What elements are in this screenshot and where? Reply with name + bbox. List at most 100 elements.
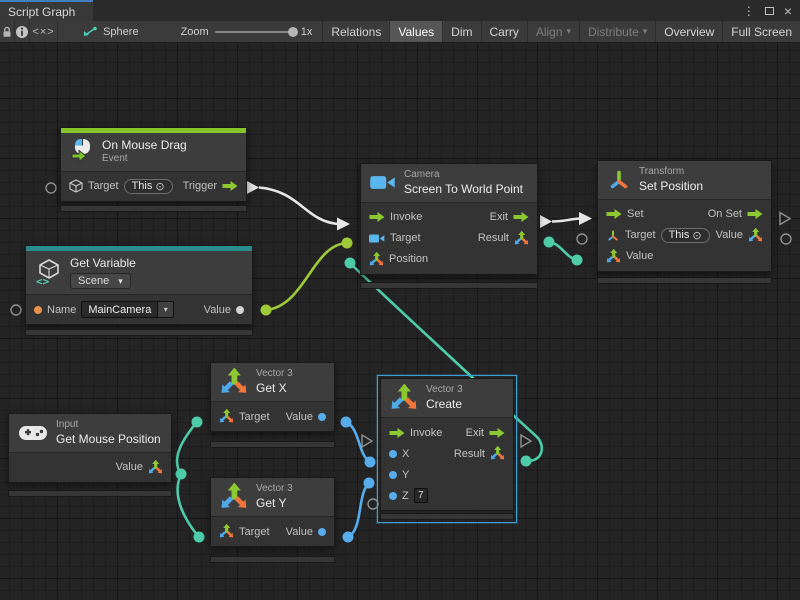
align-button[interactable]: Align▾ [527,21,579,42]
target-self-field[interactable]: This ⊙ [124,179,173,194]
edit-source-button[interactable]: <×> [30,21,58,42]
node-category: Transform [639,166,703,179]
zoom-value: 1x [301,26,313,38]
transform-port-icon[interactable] [606,229,620,242]
node-subtitle: Event [102,153,187,166]
variable-scope-dropdown[interactable]: Scene ▾ [70,273,131,289]
node-on-mouse-drag[interactable]: On Mouse Drag Event Target This ⊙ Trigge… [60,127,247,202]
on-set-flow-port[interactable] [747,208,763,220]
relations-button[interactable]: Relations [322,21,389,42]
vector3-icon [220,483,248,511]
target-self-value: This [669,229,690,241]
zoom-slider-handle[interactable] [288,27,298,37]
invoke-flow-port[interactable] [389,427,405,439]
node-footer [360,282,538,289]
selection-outline: Vector 3 Create Invoke Exit X [377,375,517,523]
value-vector3-port[interactable] [148,460,163,475]
lock-icon [0,25,14,39]
target-vector3-port[interactable] [219,524,234,539]
variable-name-value[interactable]: MainCamera [81,301,158,318]
z-port[interactable] [389,492,397,500]
vector3-icon [390,384,418,412]
value-port-label: Value [116,461,143,473]
gameobject-cube-icon[interactable] [69,179,83,193]
overview-button[interactable]: Overview [655,21,722,42]
scope-value: Scene [78,275,109,287]
z-value-field[interactable]: 7 [414,488,428,503]
info-icon [15,25,29,39]
name-port-label: Name [47,304,76,316]
camera-port-icon[interactable] [369,233,385,244]
full-screen-button[interactable]: Full Screen [722,21,800,42]
distribute-button[interactable]: Distribute▾ [579,21,655,42]
variable-name-field[interactable]: MainCamera ▾ [81,301,174,318]
result-vector3-port[interactable] [514,231,529,246]
node-title: Get Mouse Position [56,432,161,447]
window-menu-button[interactable]: ⋮ [743,5,755,17]
tab-script-graph[interactable]: Script Graph [0,0,93,21]
gamepad-icon [18,423,48,442]
value-port-label: Value [286,526,313,538]
value-port[interactable] [236,306,244,314]
node-get-x[interactable]: Vector 3 Get X Target Value [210,362,335,432]
exit-port-label: Exit [490,211,508,223]
node-get-y[interactable]: Vector 3 Get Y Target Value [210,477,335,547]
code-icon: <×> [32,26,54,38]
values-button[interactable]: Values [389,21,442,42]
name-port[interactable] [34,306,42,314]
value-port-label: Value [286,411,313,423]
node-title: Get Y [256,496,293,511]
node-get-variable[interactable]: <> Get Variable Scene ▾ Name MainCamera … [25,245,253,325]
node-title: On Mouse Drag [102,138,187,153]
variable-name-dropdown[interactable]: ▾ [158,301,174,318]
tab-bar: Script Graph ⋮ × [0,0,800,21]
node-title: Get Variable [70,256,136,271]
node-screen-to-world-point[interactable]: Camera Screen To World Point Invoke Exit… [360,163,538,275]
z-port-label: Z [402,490,409,502]
node-set-position[interactable]: Transform Set Position Set On Set Target… [597,160,772,272]
target-vector3-port[interactable] [219,409,234,424]
chevron-down-icon: ▾ [164,305,168,314]
chevron-down-icon: ▾ [118,276,123,287]
set-flow-port[interactable] [606,208,622,220]
camera-icon [370,174,396,191]
invoke-flow-port[interactable] [369,211,385,223]
node-get-mouse-position[interactable]: Input Get Mouse Position Value [8,413,172,483]
target-self-field[interactable]: This ⊙ [661,228,710,243]
window-maximize-button[interactable] [765,7,774,15]
trigger-flow-port[interactable] [222,180,238,192]
node-footer [210,556,335,563]
tab-title: Script Graph [8,5,75,19]
info-button[interactable] [15,21,30,42]
node-create[interactable]: Vector 3 Create Invoke Exit X [380,378,514,511]
graph-reference[interactable]: Sphere [74,21,148,42]
zoom-label: Zoom [181,26,209,38]
y-port[interactable] [389,471,397,479]
node-category: Vector 3 [256,368,293,381]
position-vector3-port[interactable] [369,252,384,267]
node-footer [8,490,172,497]
mouse-drag-icon [70,139,94,165]
script-graph-window: On Mouse Drag Event Target This ⊙ Trigge… [0,0,800,600]
node-footer [60,205,247,212]
value-port[interactable] [318,528,326,536]
result-port-label: Result [478,232,509,244]
node-footer [210,441,335,448]
target-self-value: This [132,180,153,192]
x-port[interactable] [389,450,397,458]
value-port[interactable] [318,413,326,421]
invoke-port-label: Invoke [390,211,422,223]
result-vector3-port[interactable] [490,446,505,461]
value-out-vector3-port[interactable] [748,228,763,243]
value-in-vector3-port[interactable] [606,249,621,264]
zoom-slider[interactable] [215,31,295,33]
window-close-button[interactable]: × [784,4,792,18]
y-port-label: Y [402,469,409,481]
vector3-icon [220,368,248,396]
carry-button[interactable]: Carry [481,21,527,42]
dim-button[interactable]: Dim [442,21,480,42]
graph-name: Sphere [103,26,138,38]
exit-flow-port[interactable] [513,211,529,223]
exit-flow-port[interactable] [489,427,505,439]
lock-button[interactable] [0,21,15,42]
